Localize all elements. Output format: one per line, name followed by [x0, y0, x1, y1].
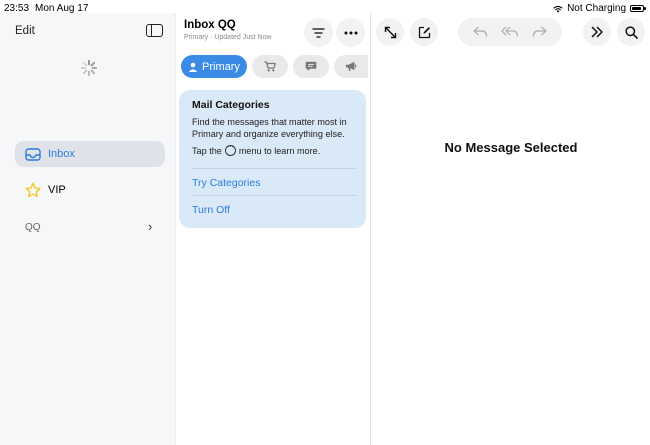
forward-icon[interactable]	[532, 26, 548, 38]
card-body: Find the messages that matter most in Pr…	[192, 117, 347, 139]
mailbox-subtitle: Primary · Updated Just Now	[184, 34, 272, 41]
sidebar: Edit Inbox VIP QQ ›	[0, 13, 176, 445]
ellipsis-circle-icon	[224, 142, 236, 156]
empty-state-text: No Message Selected	[444, 140, 578, 155]
cart-icon	[264, 61, 276, 72]
mailbox-pane: Inbox QQ Primary · Updated Just Now Prim…	[176, 13, 371, 445]
reply-all-icon[interactable]	[501, 26, 519, 38]
divider	[192, 195, 356, 196]
category-tab-updates[interactable]	[293, 55, 329, 78]
sidebar-toggle-icon[interactable]	[146, 24, 163, 37]
turn-off-button[interactable]: Turn Off	[192, 204, 230, 216]
battery-icon	[630, 5, 646, 12]
mailbox-title: Inbox QQ	[184, 19, 236, 31]
wifi-icon	[553, 5, 563, 12]
sidebar-item-label: VIP	[48, 184, 66, 196]
expand-arrows-icon	[384, 26, 396, 38]
search-icon	[624, 25, 638, 39]
search-button[interactable]	[617, 18, 645, 46]
inbox-tray-icon	[24, 146, 41, 163]
account-section-qq[interactable]: QQ	[25, 222, 41, 233]
divider	[192, 168, 356, 169]
double-chevron-right-icon	[591, 26, 603, 38]
filter-icon	[312, 27, 325, 38]
card-hint-before: Tap the	[192, 145, 222, 156]
message-bubble-icon	[305, 61, 317, 71]
sidebar-item-vip[interactable]: VIP	[15, 180, 165, 200]
megaphone-icon	[346, 61, 357, 71]
loading-spinner-icon	[80, 59, 98, 77]
category-tab-promotions[interactable]	[334, 55, 368, 78]
card-hint: Tap the menu to learn more.	[192, 142, 321, 156]
sidebar-item-label: Inbox	[48, 148, 75, 160]
message-actions-group	[458, 18, 562, 46]
try-categories-button[interactable]: Try Categories	[192, 177, 260, 189]
mail-categories-card: Mail Categories Find the messages that m…	[179, 90, 366, 228]
card-title: Mail Categories	[192, 99, 270, 111]
category-tab-label: Primary	[202, 60, 240, 73]
next-message-button[interactable]	[583, 18, 611, 46]
reply-icon[interactable]	[472, 26, 488, 38]
star-icon	[24, 182, 41, 199]
sidebar-item-inbox[interactable]: Inbox	[15, 141, 165, 167]
message-detail-pane: No Message Selected	[372, 13, 650, 445]
edit-button[interactable]: Edit	[15, 25, 35, 37]
filter-button[interactable]	[304, 18, 333, 47]
card-hint-after: menu to learn more.	[238, 145, 321, 156]
more-button[interactable]	[336, 18, 365, 47]
ellipsis-icon	[344, 31, 357, 34]
compose-button[interactable]	[410, 18, 438, 46]
compose-icon	[418, 26, 430, 38]
chevron-right-icon[interactable]: ›	[148, 219, 152, 234]
category-tab-transactions[interactable]	[252, 55, 288, 78]
category-tab-primary[interactable]: Primary	[181, 55, 247, 78]
person-icon	[188, 62, 198, 72]
expand-button[interactable]	[376, 18, 404, 46]
